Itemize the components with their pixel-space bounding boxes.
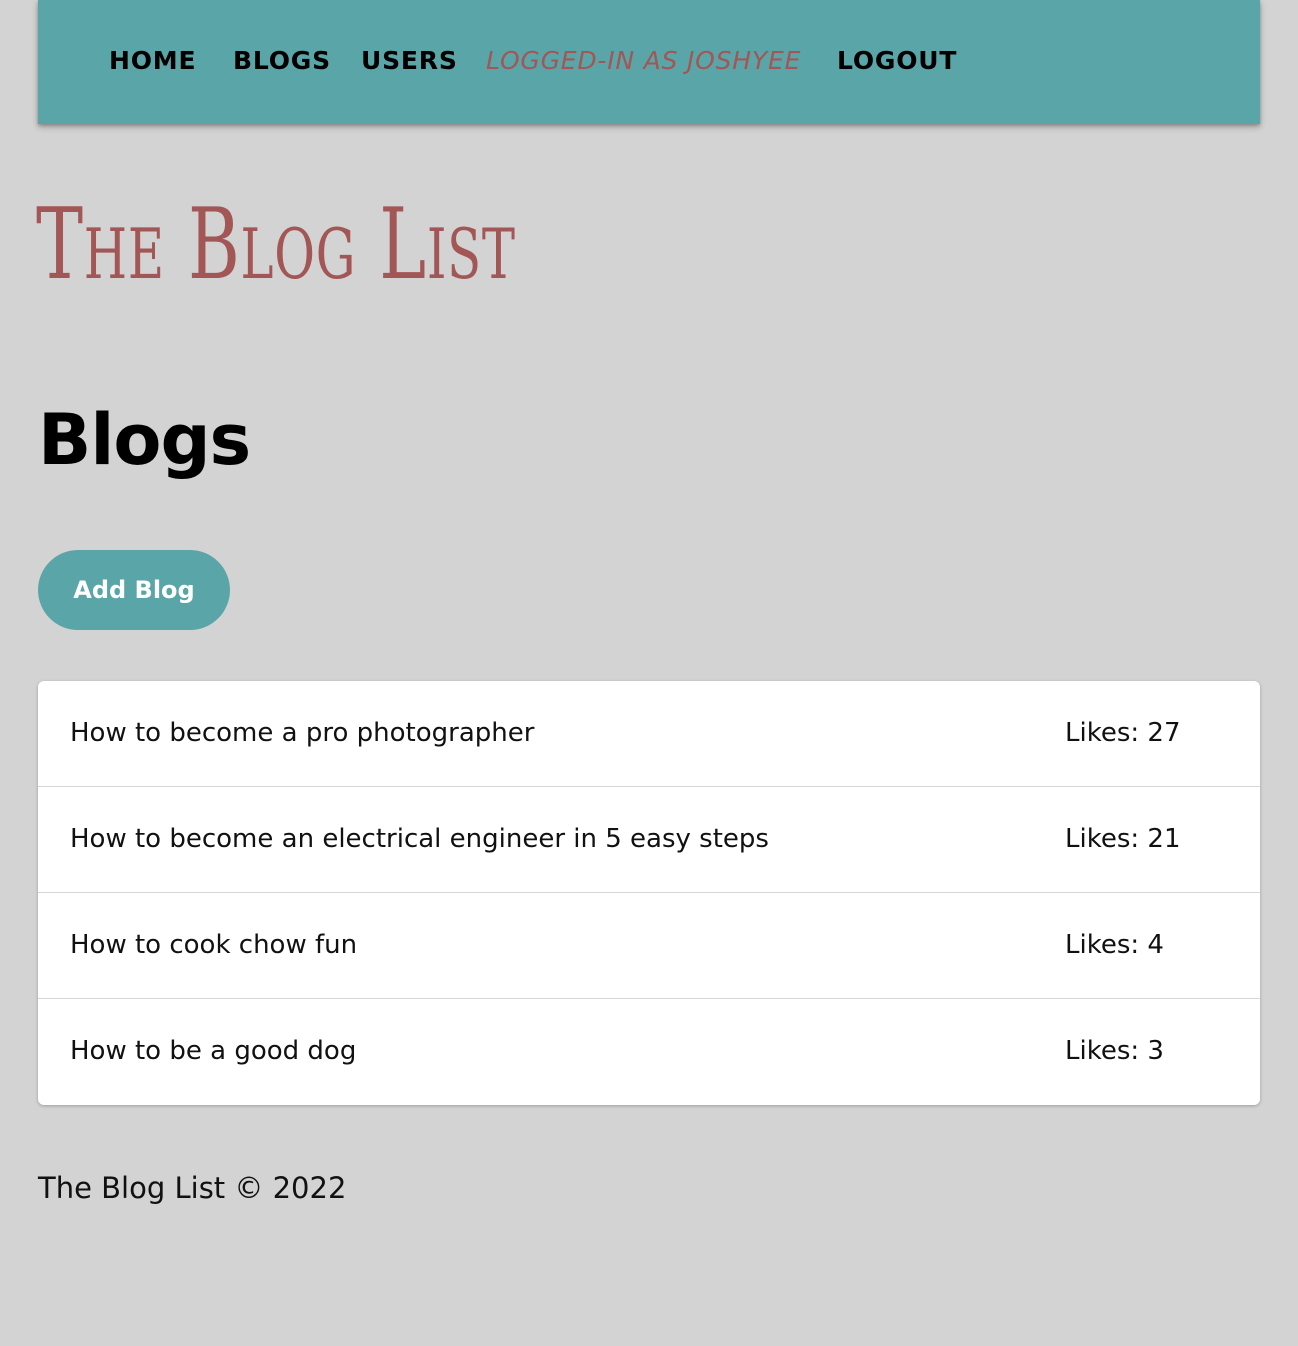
blog-title[interactable]: How to become an electrical engineer in … [70,821,769,857]
logged-in-status: Logged-in as joshyee [486,46,802,75]
blog-list: How to become a pro photographer Likes: … [38,681,1260,1105]
blog-likes: Likes: 27 [1065,718,1181,748]
blog-list-item[interactable]: How to become a pro photographer Likes: … [38,681,1260,787]
nav-link-blogs[interactable]: Blogs [233,44,331,78]
blog-list-item[interactable]: How to cook chow fun Likes: 4 [38,893,1260,999]
blog-likes: Likes: 4 [1065,930,1164,960]
nav-link-users[interactable]: Users [361,44,458,78]
site-title: The Blog List [36,188,516,302]
logout-button[interactable]: Logout [837,44,957,78]
nav-link-home[interactable]: Home [109,44,196,78]
page-title: Blogs [38,399,251,481]
blog-list-item[interactable]: How to become an electrical engineer in … [38,787,1260,893]
blog-likes: Likes: 3 [1065,1036,1164,1066]
add-blog-button[interactable]: Add Blog [38,550,230,630]
blog-title[interactable]: How to be a good dog [70,1033,356,1069]
blog-title[interactable]: How to become a pro photographer [70,715,534,751]
footer-copyright: The Blog List © 2022 [38,1171,347,1205]
top-navbar: Home Blogs Users Logged-in as joshyee Lo… [38,0,1260,124]
blog-title[interactable]: How to cook chow fun [70,927,357,963]
blog-list-item[interactable]: How to be a good dog Likes: 3 [38,999,1260,1105]
blog-likes: Likes: 21 [1065,824,1181,854]
